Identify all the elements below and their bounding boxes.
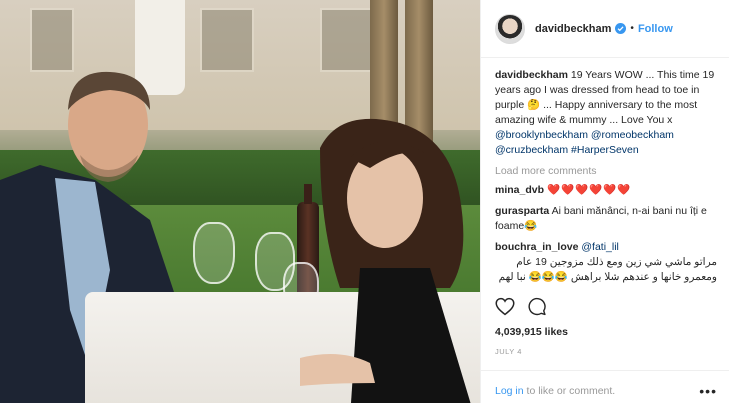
login-prompt: Log in to like or comment. (495, 385, 615, 397)
post-caption: davidbeckham 19 Years WOW ... This time … (495, 68, 717, 158)
instagram-post: davidbeckham • Follow davidbeckham 19 Ye… (0, 0, 729, 403)
post-header: davidbeckham • Follow (481, 0, 729, 58)
mention-link[interactable]: @fati_lil (581, 241, 619, 253)
photo-window (200, 8, 254, 72)
photo-woman (300, 118, 471, 403)
comment-item: mina_dvb ❤️❤️❤️❤️❤️❤️ (495, 183, 717, 198)
comment-username[interactable]: gurasparta (495, 205, 549, 217)
login-prompt-suffix: to like or comment. (523, 385, 616, 397)
comment-text: مراتو ماشي شي زين ومع ذلك مزوجين 19 عام … (498, 256, 717, 283)
follow-button[interactable]: Follow (638, 23, 673, 35)
post-sidebar: davidbeckham • Follow davidbeckham 19 Ye… (480, 0, 729, 403)
comment-item: bouchra_in_love @fati_lil مراتو ماشي شي … (495, 240, 717, 285)
verified-badge-icon (615, 23, 627, 34)
comment-username[interactable]: bouchra_in_love (495, 241, 578, 253)
post-actions (495, 297, 547, 316)
heart-outline-icon[interactable] (495, 297, 515, 316)
post-photo[interactable] (0, 0, 480, 403)
comment-username[interactable]: mina_dvb (495, 184, 544, 196)
load-more-comments-button[interactable]: Load more comments (495, 165, 717, 177)
avatar[interactable] (495, 13, 525, 44)
photo-window (320, 8, 374, 72)
photo-window (30, 8, 74, 72)
mention-link[interactable]: @brooklynbeckham (495, 129, 588, 141)
photo-glass (193, 222, 235, 284)
comment-item: gurasparta Ai bani mănânci, n-ai bani nu… (495, 204, 717, 234)
login-footer: Log in to like or comment. ••• (481, 370, 729, 403)
comment-text: ❤️❤️❤️❤️❤️❤️ (546, 184, 632, 196)
mention-link[interactable]: @cruzbeckham (495, 144, 568, 156)
hashtag-link[interactable]: #HarperSeven (571, 144, 639, 156)
comments-section: davidbeckham 19 Years WOW ... This time … (481, 58, 729, 285)
ellipsis-icon[interactable]: ••• (699, 384, 717, 398)
caption-username[interactable]: davidbeckham (495, 69, 568, 81)
header-separator: • (630, 23, 634, 34)
login-link[interactable]: Log in (495, 385, 524, 397)
comment-bubble-icon[interactable] (527, 297, 547, 316)
post-date[interactable]: JULY 4 (495, 347, 522, 356)
likes-count[interactable]: 4,039,915 likes (495, 326, 568, 338)
header-username[interactable]: davidbeckham (535, 23, 611, 35)
mention-link[interactable]: @romeobeckham (591, 129, 674, 141)
